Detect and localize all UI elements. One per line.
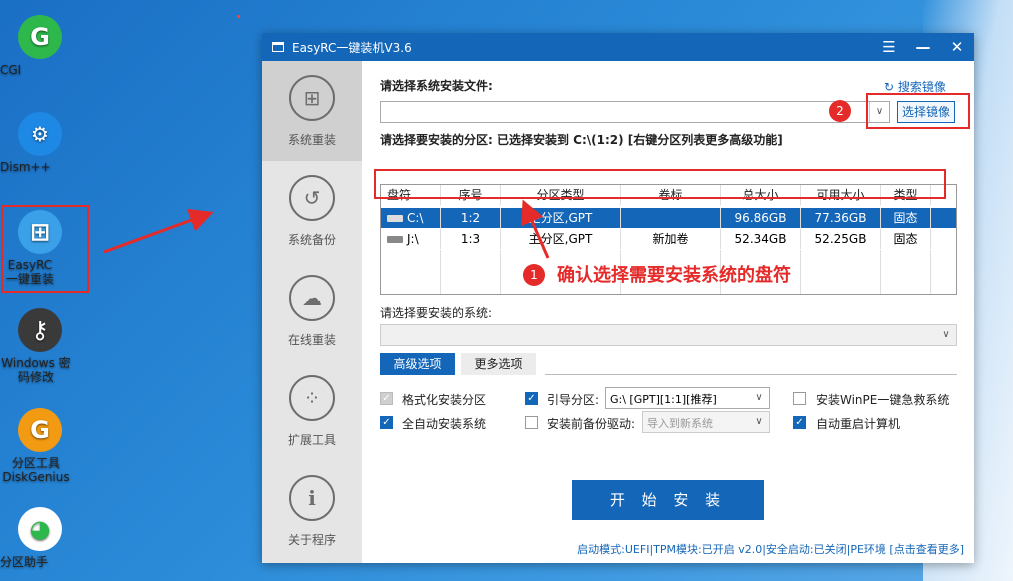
arrow-to-window xyxy=(103,208,214,254)
annotation-arrows xyxy=(103,199,550,259)
arrow-to-partition xyxy=(521,199,550,259)
